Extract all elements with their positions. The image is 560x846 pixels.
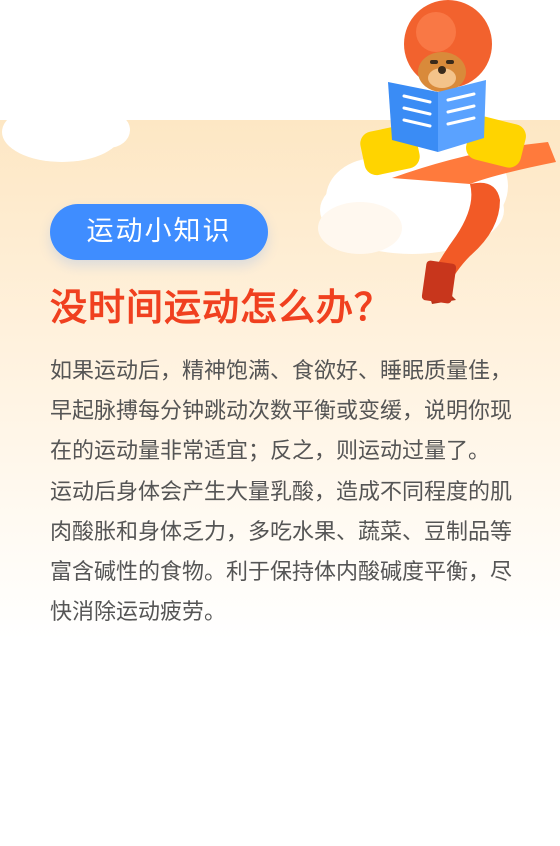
cloud-left-icon: [2, 84, 130, 162]
article-body: 如果运动后，精神饱满、食欲好、睡眠质量佳，早起脉搏每分钟跳动次数平衡或变缓，说明…: [50, 352, 520, 633]
article-paragraph: 如果运动后，精神饱满、食欲好、睡眠质量佳，早起脉搏每分钟跳动次数平衡或变缓，说明…: [50, 359, 513, 465]
category-tag: 运动小知识: [50, 204, 268, 260]
page-title: 没时间运动怎么办？: [50, 286, 392, 329]
mascot-head-icon: [404, 0, 492, 92]
article-paragraph: 运动后身体会产生大量乳酸，造成不同程度的肌肉酸胀和身体乏力，多吃水果、蔬菜、豆制…: [50, 479, 513, 626]
